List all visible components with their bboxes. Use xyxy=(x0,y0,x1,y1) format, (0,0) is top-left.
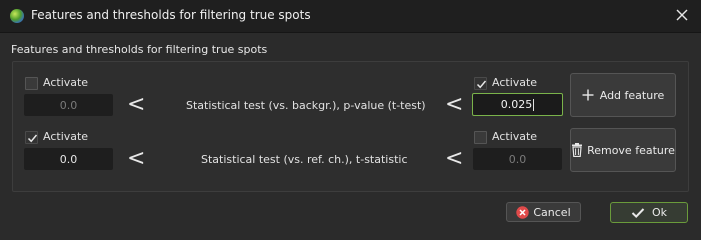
row1-right-activate-label: Activate xyxy=(492,76,538,89)
row2-left-activate-label: Activate xyxy=(43,130,89,143)
remove-feature-label: Remove feature xyxy=(587,143,675,157)
row1-left-activate-label: Activate xyxy=(43,76,89,89)
row1-max-threshold-input[interactable]: 0.025 xyxy=(472,93,563,116)
plus-icon xyxy=(582,89,594,101)
cancel-button[interactable]: Cancel xyxy=(506,202,581,222)
row2-right-less-than: < xyxy=(445,146,464,171)
ok-label: Ok xyxy=(651,206,668,219)
row2-max-threshold-value: 0.0 xyxy=(508,152,527,166)
app-logo-icon xyxy=(10,9,24,23)
row1-feature-name: Statistical test (vs. backgr.), p-value … xyxy=(186,99,426,112)
close-window-button[interactable] xyxy=(671,4,693,26)
row1-min-threshold-input[interactable]: 0.0 xyxy=(24,94,113,116)
row1-left-activate-checkbox[interactable] xyxy=(25,77,38,90)
close-icon xyxy=(676,9,688,21)
row2-feature-name: Statistical test (vs. ref. ch.), t-stati… xyxy=(201,153,408,166)
row2-left-activate-checkbox[interactable] xyxy=(25,131,38,144)
text-cursor xyxy=(533,98,535,111)
window-title: Features and thresholds for filtering tr… xyxy=(31,8,311,22)
add-feature-button[interactable]: Add feature xyxy=(570,73,676,117)
row1-right-less-than: < xyxy=(445,92,464,117)
checkmark-icon xyxy=(27,134,38,143)
add-feature-label: Add feature xyxy=(599,88,665,102)
row1-max-threshold-value: 0.025 xyxy=(500,98,533,111)
row2-min-threshold-value: 0.0 xyxy=(59,152,78,166)
title-bar: Features and thresholds for filtering tr… xyxy=(0,0,701,33)
row1-left-less-than: < xyxy=(127,92,146,117)
group-title: Features and thresholds for filtering tr… xyxy=(11,43,268,56)
row1-min-threshold-value: 0.0 xyxy=(59,98,78,112)
row2-max-threshold-input[interactable]: 0.0 xyxy=(473,148,562,170)
trash-icon xyxy=(571,143,583,157)
ok-button[interactable]: Ok xyxy=(610,202,688,223)
row2-left-less-than: < xyxy=(127,146,146,171)
cancel-label: Cancel xyxy=(533,205,571,219)
row2-right-activate-checkbox[interactable] xyxy=(474,131,487,144)
row2-min-threshold-input[interactable]: 0.0 xyxy=(24,148,113,170)
remove-feature-button[interactable]: Remove feature xyxy=(570,128,676,172)
cancel-icon xyxy=(516,205,530,219)
row1-right-activate-checkbox[interactable] xyxy=(474,77,487,90)
row2-right-activate-label: Activate xyxy=(492,130,538,143)
check-icon xyxy=(631,207,645,219)
checkmark-icon xyxy=(476,80,487,89)
